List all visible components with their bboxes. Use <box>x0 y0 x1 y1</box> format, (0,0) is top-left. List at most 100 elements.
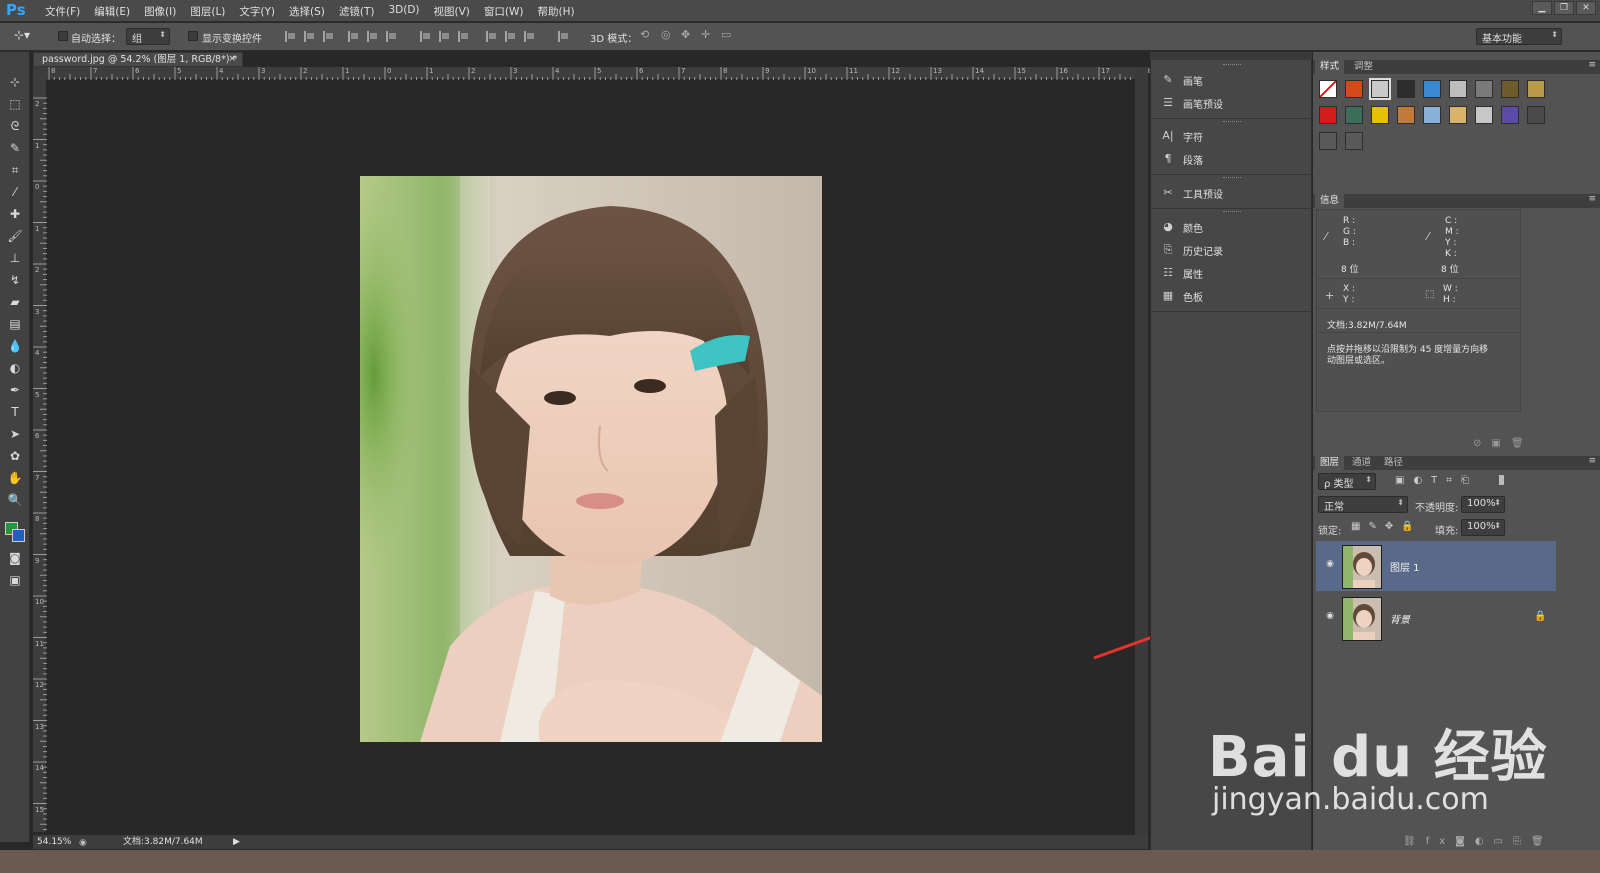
align-right-icon[interactable] <box>386 31 397 42</box>
visibility-eye-icon[interactable]: ◉ <box>1324 611 1336 621</box>
style-swatch[interactable] <box>1501 106 1519 124</box>
distribute-bottom-icon[interactable] <box>458 31 469 42</box>
background-color-swatch[interactable] <box>12 529 25 542</box>
dock-grip[interactable] <box>1223 121 1241 123</box>
move-tool-icon[interactable]: ⊹ <box>6 74 24 90</box>
history-brush-tool-icon[interactable]: ↯ <box>6 272 24 288</box>
layer-filter-dropdown[interactable]: ρ 类型 <box>1318 473 1376 490</box>
menu-edit[interactable]: 编辑(E) <box>87 4 137 19</box>
slide-3d-icon[interactable]: ✛ <box>701 28 710 41</box>
horizontal-ruler[interactable]: 876543210123456789101112131415161718 <box>47 67 1152 80</box>
menu-filter[interactable]: 滤镜(T) <box>332 4 382 19</box>
style-swatch[interactable] <box>1527 80 1545 98</box>
gradient-tool-icon[interactable]: ▤ <box>6 316 24 332</box>
menu-window[interactable]: 窗口(W) <box>477 4 531 19</box>
tab-styles[interactable]: 样式 <box>1315 60 1345 74</box>
shape-tool-icon[interactable]: ✿ <box>6 448 24 464</box>
dock-paragraph[interactable]: ¶ 段落 <box>1161 151 1204 167</box>
distribute-vcenter-icon[interactable] <box>439 31 450 42</box>
close-icon[interactable]: ✕ <box>1576 1 1596 15</box>
restore-icon[interactable]: ❐ <box>1554 1 1574 15</box>
status-menu-arrow-icon[interactable]: ▶ <box>233 835 240 849</box>
style-swatch[interactable] <box>1319 132 1337 150</box>
eraser-tool-icon[interactable]: ▰ <box>6 294 24 310</box>
menu-file[interactable]: 文件(F) <box>38 4 87 19</box>
dock-character[interactable]: A| 字符 <box>1161 128 1203 144</box>
dock-swatches[interactable]: ▦ 色板 <box>1161 288 1203 304</box>
distribute-left-icon[interactable] <box>486 31 497 42</box>
quick-select-tool-icon[interactable]: ✎ <box>6 140 24 156</box>
drag-3d-icon[interactable]: ✥ <box>681 28 690 41</box>
style-swatch[interactable] <box>1449 80 1467 98</box>
dock-color[interactable]: ◕ 颜色 <box>1161 219 1203 235</box>
style-swatch[interactable] <box>1345 132 1363 150</box>
menu-3d[interactable]: 3D(D) <box>381 4 426 19</box>
style-swatch[interactable] <box>1449 106 1467 124</box>
distribute-top-icon[interactable] <box>420 31 431 42</box>
dock-brush-presets[interactable]: ☰ 画笔预设 <box>1161 95 1223 111</box>
tab-info[interactable]: 信息 <box>1315 194 1345 208</box>
style-swatch[interactable] <box>1397 106 1415 124</box>
vertical-ruler[interactable]: 2 1 0 1 2 3 4 5 6 7 8 9 10 11 12 13 14 15 <box>33 80 47 832</box>
minimize-icon[interactable]: ▁ <box>1532 1 1552 15</box>
dock-brush[interactable]: ✎ 画笔 <box>1161 72 1203 88</box>
visibility-eye-icon[interactable]: ◉ <box>1324 559 1336 569</box>
lasso-tool-icon[interactable]: ᘓ <box>6 118 24 134</box>
dock-grip[interactable] <box>1223 211 1241 213</box>
style-swatch[interactable] <box>1345 80 1363 98</box>
clone-stamp-tool-icon[interactable]: ⊥ <box>6 250 24 266</box>
status-info-icon[interactable]: ◉ <box>79 836 87 850</box>
layer-name[interactable]: 背景 <box>1390 611 1410 626</box>
style-swatch[interactable] <box>1475 80 1493 98</box>
zoom-tool-icon[interactable]: 🔍 <box>6 492 24 508</box>
opacity-input[interactable]: 100% <box>1461 496 1505 513</box>
style-swatch[interactable] <box>1319 106 1337 124</box>
dock-tool-presets[interactable]: ✂ 工具预设 <box>1161 185 1223 201</box>
menu-image[interactable]: 图像(I) <box>137 4 183 19</box>
style-swatch[interactable] <box>1423 80 1441 98</box>
style-swatch[interactable] <box>1475 106 1493 124</box>
info-footer-icons[interactable]: ⊘▣🗑 <box>1473 438 1534 449</box>
lock-icons[interactable]: ▦✎✥🔒 <box>1351 521 1422 532</box>
type-tool-icon[interactable]: T <box>6 404 24 420</box>
zoom-level[interactable]: 54.15% <box>37 835 71 849</box>
workspace-dropdown[interactable]: 基本功能 <box>1476 28 1562 45</box>
pen-tool-icon[interactable]: ✒ <box>6 382 24 398</box>
auto-align-icon[interactable] <box>558 31 569 42</box>
dock-properties[interactable]: ☷ 属性 <box>1161 265 1203 281</box>
style-swatch[interactable] <box>1345 106 1363 124</box>
tab-paths[interactable]: 路径 <box>1379 456 1408 470</box>
style-swatch[interactable] <box>1371 106 1389 124</box>
move-tool-icon[interactable]: ⊹▾ <box>14 28 30 42</box>
auto-select-dropdown[interactable]: 组 <box>126 28 170 45</box>
menu-type[interactable]: 文字(Y) <box>232 4 282 19</box>
style-swatch[interactable] <box>1423 106 1441 124</box>
roll-3d-icon[interactable]: ◎ <box>661 28 671 41</box>
dock-header[interactable] <box>1150 52 1312 60</box>
scale-3d-icon[interactable]: ▭ <box>721 28 731 41</box>
document-tab[interactable]: password.jpg @ 54.2% (图层 1, RGB/8*) * × <box>33 52 243 67</box>
show-transform-checkbox[interactable] <box>188 31 198 41</box>
layer-row-layer1[interactable]: ◉ 图层 1 <box>1316 541 1556 591</box>
marquee-tool-icon[interactable]: ⬚ <box>6 96 24 112</box>
crop-tool-icon[interactable]: ⌗ <box>6 162 24 178</box>
path-select-tool-icon[interactable]: ➤ <box>6 426 24 442</box>
panel-menu-icon[interactable]: ≡ <box>1588 60 1596 70</box>
blend-mode-dropdown[interactable]: 正常 <box>1318 496 1408 513</box>
distribute-hcenter-icon[interactable] <box>505 31 516 42</box>
healing-brush-tool-icon[interactable]: ✚ <box>6 206 24 222</box>
align-bottom-icon[interactable] <box>323 31 334 42</box>
layer-filter-icons[interactable]: ▣◐T⌗⎗ <box>1395 475 1478 486</box>
align-top-icon[interactable] <box>285 31 296 42</box>
style-swatch[interactable] <box>1501 80 1519 98</box>
dodge-tool-icon[interactable]: ◐ <box>6 360 24 376</box>
dock-grip[interactable] <box>1223 64 1241 66</box>
rotate-3d-icon[interactable]: ⟲ <box>640 28 649 41</box>
distribute-right-icon[interactable] <box>524 31 535 42</box>
layer-name[interactable]: 图层 1 <box>1390 559 1420 574</box>
menu-select[interactable]: 选择(S) <box>282 4 332 19</box>
menu-view[interactable]: 视图(V) <box>427 4 477 19</box>
tab-channels[interactable]: 通道 <box>1347 456 1376 470</box>
dock-history[interactable]: ⎘ 历史记录 <box>1161 242 1223 258</box>
fill-input[interactable]: 100% <box>1461 519 1505 536</box>
